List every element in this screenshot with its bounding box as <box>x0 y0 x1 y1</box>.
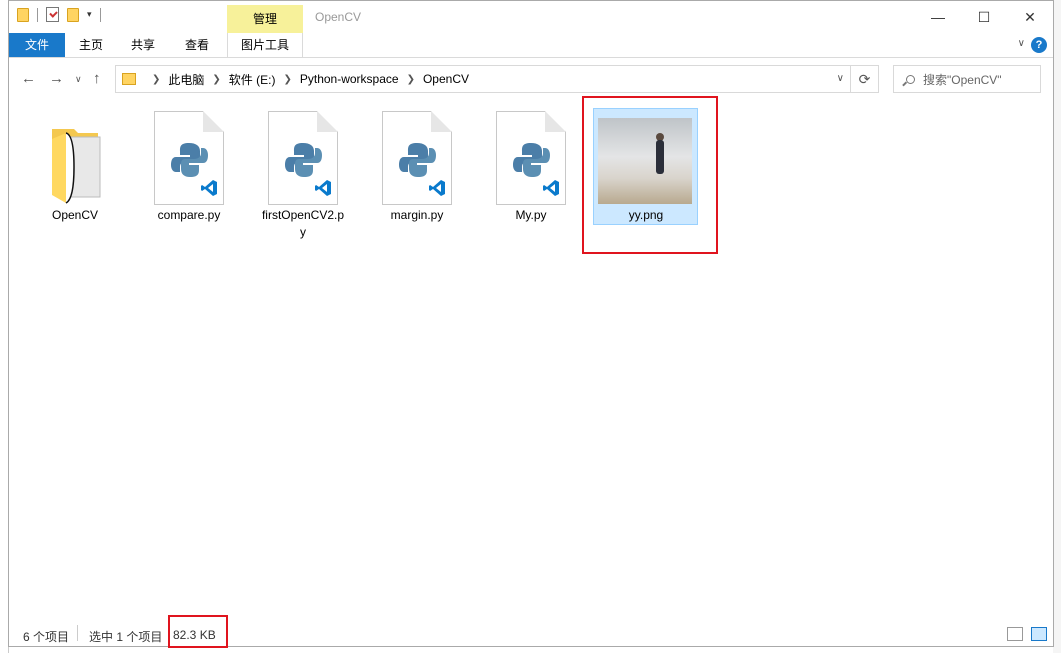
toolbar-separator <box>99 7 101 22</box>
maximize-button[interactable]: ☐ <box>961 1 1007 33</box>
background-window-right <box>1053 0 1061 653</box>
chevron-right-icon[interactable]: ❯ <box>152 74 160 85</box>
file-list: OpenCV compare.py firstOpenCV2.py margin… <box>9 96 1053 611</box>
properties-icon[interactable] <box>46 7 59 22</box>
explorer-window: ▾ 管理 OpenCV — ☐ ✕ 文件 主页 共享 查看 图片工具 ∨ ? ←… <box>8 0 1054 648</box>
address-dropdown-icon[interactable]: ∨ <box>837 73 844 84</box>
toolbar-separator <box>37 7 38 22</box>
chevron-right-icon[interactable]: ❯ <box>407 74 415 85</box>
vscode-badge-icon <box>543 180 559 196</box>
selected-count: 选中 1 个项目 <box>89 630 163 644</box>
breadcrumb-drive[interactable]: 软件 (E:) <box>229 71 276 88</box>
tab-picture-tools[interactable]: 图片工具 <box>227 33 303 57</box>
search-placeholder: 搜索"OpenCV" <box>923 72 1002 87</box>
list-item[interactable]: margin.py <box>373 107 461 224</box>
item-label: My.py <box>515 208 547 222</box>
vscode-badge-icon <box>429 180 445 196</box>
chevron-right-icon[interactable]: ❯ <box>283 74 291 85</box>
navigation-bar: ← → ∨ ↑ ❯ 此电脑 ❯ 软件 (E:) ❯ Python-workspa… <box>9 61 1053 97</box>
size-highlight-box <box>168 615 228 648</box>
chevron-right-icon[interactable]: ❯ <box>212 74 220 85</box>
tab-share[interactable]: 共享 <box>121 33 165 57</box>
ribbon-tabs: 文件 主页 共享 查看 图片工具 ∨ ? <box>9 33 1053 58</box>
title-bar: ▾ 管理 OpenCV — ☐ ✕ <box>9 1 1053 33</box>
item-count: 6 个项目 <box>23 630 70 644</box>
quick-access-toolbar: ▾ <box>17 7 101 22</box>
window-title: OpenCV <box>315 10 362 24</box>
item-label: firstOpenCV2.py <box>261 208 345 239</box>
item-label: OpenCV <box>51 208 99 222</box>
vscode-badge-icon <box>201 180 217 196</box>
search-icon <box>906 74 915 84</box>
python-file-icon <box>154 111 224 205</box>
list-item[interactable]: OpenCV <box>31 107 119 224</box>
details-view-icon[interactable] <box>1007 627 1023 641</box>
up-arrow-icon[interactable]: ↑ <box>93 70 101 87</box>
breadcrumb-python-workspace[interactable]: Python-workspace <box>300 72 399 86</box>
breadcrumb-opencv[interactable]: OpenCV <box>423 72 469 86</box>
minimize-button[interactable]: — <box>915 1 961 33</box>
status-bar: 6 个项目 选中 1 个项目 82.3 KB <box>9 615 1053 648</box>
refresh-button[interactable]: ⟳ <box>851 65 879 93</box>
close-button[interactable]: ✕ <box>1007 1 1053 33</box>
item-label: compare.py <box>157 208 221 222</box>
large-icons-view-icon[interactable] <box>1031 627 1047 641</box>
vscode-badge-icon <box>315 180 331 196</box>
list-item[interactable]: My.py <box>487 107 575 224</box>
item-label: margin.py <box>390 208 444 222</box>
customize-toolbar-icon[interactable]: ▾ <box>87 9 92 20</box>
list-item[interactable]: compare.py <box>145 107 233 224</box>
folder-icon <box>17 7 29 22</box>
python-file-icon <box>268 111 338 205</box>
ribbon-collapse-icon[interactable]: ∨ <box>1018 38 1025 49</box>
manage-context-tab[interactable]: 管理 <box>227 5 303 33</box>
python-file-icon <box>496 111 566 205</box>
back-arrow-icon[interactable]: ← <box>21 70 36 87</box>
tab-view[interactable]: 查看 <box>175 33 219 57</box>
folder-icon <box>40 111 110 205</box>
tab-home[interactable]: 主页 <box>69 33 113 57</box>
python-file-icon <box>382 111 452 205</box>
new-folder-icon[interactable] <box>67 7 79 22</box>
address-bar[interactable]: ❯ 此电脑 ❯ 软件 (E:) ❯ Python-workspace ❯ Ope… <box>115 65 851 93</box>
recent-locations-icon[interactable]: ∨ <box>75 74 82 85</box>
folder-icon <box>122 73 136 85</box>
list-item[interactable]: firstOpenCV2.py <box>259 107 347 241</box>
highlight-box <box>582 96 718 254</box>
breadcrumb-this-pc[interactable]: 此电脑 <box>168 71 204 88</box>
tab-file[interactable]: 文件 <box>9 33 65 57</box>
forward-arrow-icon[interactable]: → <box>49 70 64 87</box>
search-input[interactable]: 搜索"OpenCV" <box>893 65 1041 93</box>
help-icon[interactable]: ? <box>1031 37 1047 53</box>
